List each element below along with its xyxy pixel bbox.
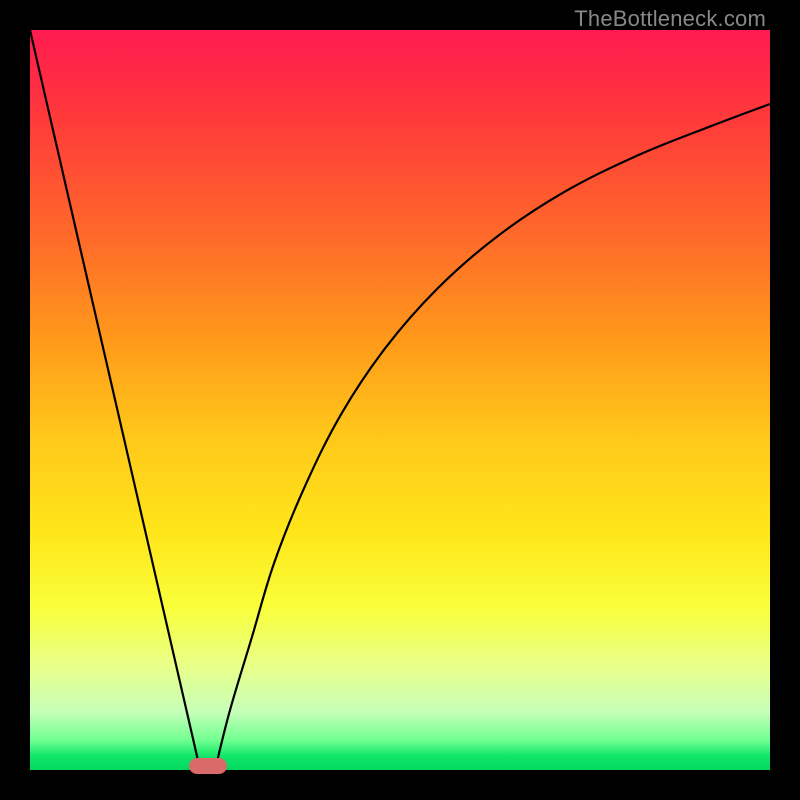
curve-svg — [30, 30, 770, 770]
left-segment-path — [30, 30, 200, 770]
optimum-marker — [189, 758, 227, 774]
right-curve-path — [215, 104, 770, 770]
chart-frame: TheBottleneck.com — [0, 0, 800, 800]
watermark-text: TheBottleneck.com — [574, 6, 766, 32]
plot-area — [30, 30, 770, 770]
